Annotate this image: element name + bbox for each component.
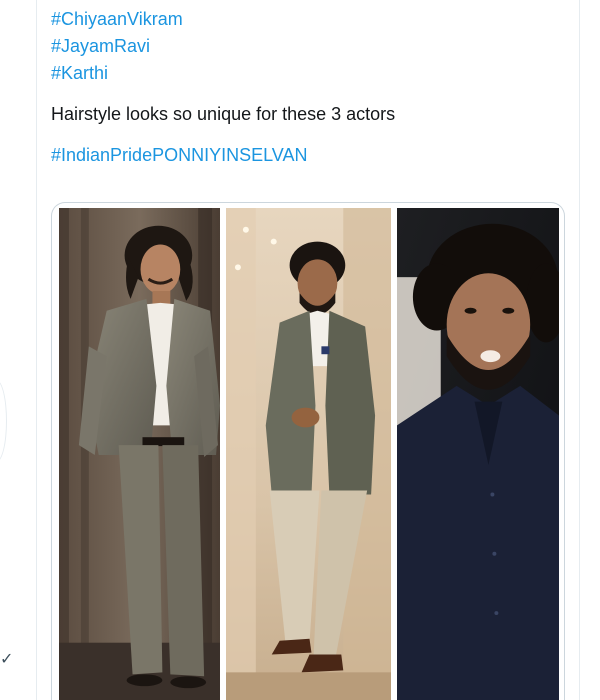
tweet-photo-2[interactable] xyxy=(226,208,391,700)
tweet-body: Hairstyle looks so unique for these 3 ac… xyxy=(51,104,396,124)
tweet-card: #ChiyaanVikram #JayamRavi #Karthi Hairst… xyxy=(36,0,580,700)
left-scroll-arc xyxy=(0,380,7,462)
photo-1-image xyxy=(59,208,221,700)
media-grid xyxy=(51,202,565,700)
tweet-photo-1[interactable] xyxy=(59,208,221,700)
tweet-text: #ChiyaanVikram #JayamRavi #Karthi Hairst… xyxy=(51,6,571,169)
tweet-photo-3[interactable] xyxy=(397,208,559,700)
hashtag-chiyaanvikram[interactable]: #ChiyaanVikram xyxy=(51,6,571,33)
chevron-icon[interactable]: ✓ xyxy=(0,650,14,670)
left-gutter: ✓ xyxy=(0,0,36,700)
photo-2-image xyxy=(226,208,391,700)
hashtag-indianpride[interactable]: #IndianPridePONNIYINSELVAN xyxy=(51,142,571,169)
page: ✓ #ChiyaanVikram #JayamRavi #Karthi Hair… xyxy=(0,0,600,700)
photo-3-image xyxy=(397,208,559,700)
hashtag-karthi[interactable]: #Karthi xyxy=(51,60,571,87)
hashtag-jayamravi[interactable]: #JayamRavi xyxy=(51,33,571,60)
